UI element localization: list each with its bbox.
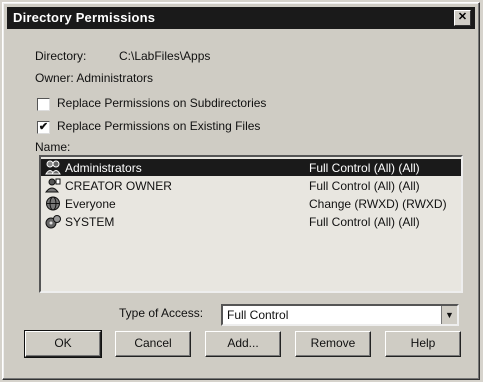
replace-existing-files-checkbox[interactable]: ✔ xyxy=(37,121,50,134)
entry-name: CREATOR OWNER xyxy=(65,179,172,193)
replace-subdirectories-label[interactable]: Replace Permissions on Subdirectories xyxy=(57,96,266,110)
replace-existing-files-label[interactable]: Replace Permissions on Existing Files xyxy=(57,119,260,133)
dialog-title: Directory Permissions xyxy=(13,10,156,25)
entry-access: Full Control (All) (All) xyxy=(309,179,420,193)
type-of-access-select[interactable]: Full Control ▼ xyxy=(221,304,459,326)
list-item[interactable]: CREATOR OWNER Full Control (All) (All) xyxy=(41,177,461,194)
group-icon xyxy=(45,160,61,175)
title-bar[interactable]: Directory Permissions ✕ xyxy=(7,7,475,29)
cancel-button[interactable]: Cancel xyxy=(115,331,191,357)
entry-name: Administrators xyxy=(65,161,142,175)
owner-label: Owner: Administrators xyxy=(35,71,154,85)
entry-access: Full Control (All) (All) xyxy=(309,161,420,175)
list-item[interactable]: Everyone Change (RWXD) (RWXD) xyxy=(41,195,461,212)
directory-path: C:\LabFiles\Apps xyxy=(119,49,211,63)
ok-button[interactable]: OK xyxy=(24,330,102,358)
replace-subdirectories-checkbox[interactable] xyxy=(37,98,50,111)
creator-owner-icon xyxy=(45,178,61,193)
list-item[interactable]: Administrators Full Control (All) (All) xyxy=(41,159,461,176)
type-of-access-value: Full Control xyxy=(227,308,289,322)
close-icon[interactable]: ✕ xyxy=(454,10,471,26)
directory-permissions-dialog: Directory Permissions ✕ Directory: C:\La… xyxy=(2,2,480,380)
system-icon xyxy=(45,215,61,229)
chevron-down-icon[interactable]: ▼ xyxy=(441,306,457,324)
entry-access: Full Control (All) (All) xyxy=(309,215,420,229)
remove-button[interactable]: Remove xyxy=(295,331,371,357)
entry-name: SYSTEM xyxy=(65,215,115,229)
directory-label: Directory: xyxy=(35,49,87,63)
entry-name: Everyone xyxy=(65,197,116,211)
name-list-label: Name: xyxy=(35,140,71,154)
globe-icon xyxy=(46,196,60,211)
list-item[interactable]: SYSTEM Full Control (All) (All) xyxy=(41,213,461,230)
add-button[interactable]: Add... xyxy=(205,331,281,357)
help-button[interactable]: Help xyxy=(385,331,461,357)
type-of-access-label: Type of Access: xyxy=(119,306,204,320)
names-listbox[interactable]: Administrators Full Control (All) (All) … xyxy=(39,155,463,293)
entry-access: Change (RWXD) (RWXD) xyxy=(309,197,447,211)
